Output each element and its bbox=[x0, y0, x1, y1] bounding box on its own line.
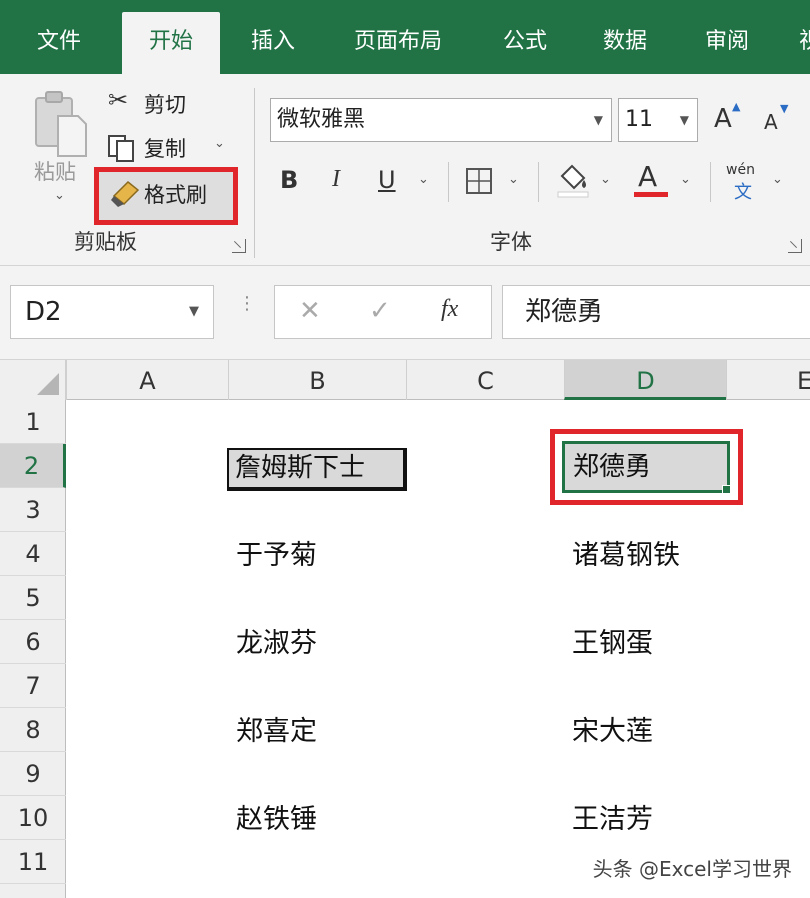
tab-data[interactable]: 数据 bbox=[584, 0, 666, 74]
column-header-d[interactable]: D bbox=[564, 360, 726, 400]
row-header-5[interactable]: 5 bbox=[0, 576, 66, 620]
increase-font-size-glyph: A bbox=[714, 104, 732, 134]
paintbrush-icon bbox=[111, 180, 140, 207]
format-painter-button[interactable]: 格式刷 bbox=[106, 176, 230, 210]
font-size-value: 11 bbox=[625, 107, 653, 132]
font-name-combo[interactable]: 微软雅黑 ▼ bbox=[270, 98, 612, 142]
tab-view[interactable]: 视 bbox=[790, 0, 810, 74]
phonetic-guide-button[interactable]: wén 文 bbox=[726, 162, 766, 203]
underline-dropdown-chevron-icon[interactable]: ⌄ bbox=[418, 172, 429, 187]
row-header-8[interactable]: 8 bbox=[0, 708, 66, 752]
cell-d4[interactable]: 诸葛钢铁 bbox=[564, 534, 680, 578]
font-color-swatch bbox=[634, 192, 668, 197]
cell-d8[interactable]: 宋大莲 bbox=[564, 710, 653, 754]
name-box-dropdown-icon[interactable]: ▼ bbox=[189, 286, 199, 338]
font-name-value: 微软雅黑 bbox=[277, 107, 366, 132]
fill-color-bucket-icon[interactable] bbox=[556, 160, 590, 198]
column-header-b[interactable]: B bbox=[228, 360, 406, 400]
tab-page-layout[interactable]: 页面布局 bbox=[336, 0, 460, 74]
formula-bar-grip-icon[interactable]: ⋮ bbox=[238, 295, 256, 313]
font-dialog-launcher-icon[interactable] bbox=[788, 239, 802, 253]
paste-dropdown-chevron-icon[interactable]: ⌄ bbox=[54, 188, 65, 203]
column-header-a[interactable]: A bbox=[66, 360, 228, 400]
insert-function-button[interactable]: fx bbox=[441, 296, 458, 323]
font-color-glyph: A bbox=[638, 160, 658, 193]
font-name-dropdown-icon[interactable]: ▼ bbox=[594, 99, 603, 141]
formula-input[interactable]: 郑德勇 bbox=[502, 285, 810, 339]
worksheet-grid[interactable]: A B C D E 1 2 3 4 5 6 7 8 9 10 11 詹姆斯下士 … bbox=[0, 360, 810, 898]
name-box-value: D2 bbox=[25, 297, 62, 327]
fill-handle[interactable] bbox=[722, 485, 731, 494]
underline-button[interactable]: U bbox=[378, 166, 396, 194]
select-all-button[interactable] bbox=[0, 360, 66, 400]
font-color-dropdown-chevron-icon[interactable]: ⌄ bbox=[680, 172, 691, 187]
phonetic-guide-pinyin: wén bbox=[726, 162, 755, 178]
watermark-text: 头条 @Excel学习世界 bbox=[592, 857, 792, 881]
row-header-11[interactable]: 11 bbox=[0, 840, 66, 884]
paste-label: 粘贴 bbox=[34, 160, 76, 184]
tab-file[interactable]: 文件 bbox=[18, 0, 100, 74]
font-separator bbox=[448, 162, 449, 202]
tab-home[interactable]: 开始 bbox=[122, 12, 220, 74]
caret-up-icon: ▲ bbox=[732, 100, 741, 113]
phonetic-dropdown-chevron-icon[interactable]: ⌄ bbox=[772, 172, 783, 187]
copy-label: 复制 bbox=[144, 137, 186, 161]
row-header-6[interactable]: 6 bbox=[0, 620, 66, 664]
copy-button[interactable]: 复制 ⌄ bbox=[106, 130, 230, 164]
row-header-4[interactable]: 4 bbox=[0, 532, 66, 576]
tab-review[interactable]: 审阅 bbox=[686, 0, 768, 74]
clipboard-group-label: 剪贴板 bbox=[74, 230, 137, 254]
cancel-entry-icon[interactable]: ✕ bbox=[299, 296, 321, 326]
row-header-7[interactable]: 7 bbox=[0, 664, 66, 708]
cell-b2[interactable]: 詹姆斯下士 bbox=[227, 448, 407, 491]
group-separator bbox=[254, 88, 255, 258]
italic-button[interactable]: I bbox=[332, 166, 340, 193]
row-header-2[interactable]: 2 bbox=[0, 444, 66, 488]
format-painter-label: 格式刷 bbox=[144, 183, 207, 207]
font-color-button[interactable]: A bbox=[634, 158, 668, 198]
font-group-label: 字体 bbox=[490, 230, 532, 254]
tab-insert[interactable]: 插入 bbox=[232, 0, 314, 74]
clipboard-dialog-launcher-icon[interactable] bbox=[232, 239, 246, 253]
row-header-3[interactable]: 3 bbox=[0, 488, 66, 532]
font-separator-2 bbox=[538, 162, 539, 202]
copy-dropdown-chevron-icon[interactable]: ⌄ bbox=[214, 136, 225, 151]
font-size-combo[interactable]: 11 ▼ bbox=[618, 98, 698, 142]
borders-icon[interactable] bbox=[464, 166, 494, 196]
font-separator-3 bbox=[710, 162, 711, 202]
tab-formulas[interactable]: 公式 bbox=[484, 0, 566, 74]
cell-d10[interactable]: 王洁芳 bbox=[564, 798, 653, 842]
scissors-icon: ✂ bbox=[108, 86, 129, 114]
cell-b8[interactable]: 郑喜定 bbox=[228, 710, 317, 754]
decrease-font-size-button[interactable]: A ▼ bbox=[762, 102, 798, 142]
cut-label: 剪切 bbox=[144, 93, 186, 117]
decrease-font-size-glyph: A bbox=[764, 110, 778, 134]
cell-d2[interactable]: 郑德勇 bbox=[562, 441, 730, 493]
caret-down-icon: ▼ bbox=[780, 102, 789, 115]
cell-d6[interactable]: 王钢蛋 bbox=[564, 622, 653, 666]
confirm-entry-icon[interactable]: ✓ bbox=[369, 296, 391, 326]
cell-b4[interactable]: 于予菊 bbox=[228, 534, 317, 578]
row-header-9[interactable]: 9 bbox=[0, 752, 66, 796]
name-box[interactable]: D2 ▼ bbox=[10, 285, 214, 339]
column-header-c[interactable]: C bbox=[406, 360, 564, 400]
borders-dropdown-chevron-icon[interactable]: ⌄ bbox=[508, 172, 519, 187]
cell-b10[interactable]: 赵铁锤 bbox=[228, 798, 317, 842]
paste-icon bbox=[35, 91, 87, 157]
paste-button[interactable]: 粘贴 ⌄ bbox=[26, 88, 92, 204]
ribbon-tab-bar: 文件 开始 插入 页面布局 公式 数据 审阅 视 bbox=[0, 0, 810, 74]
row-header-10[interactable]: 10 bbox=[0, 796, 66, 840]
increase-font-size-button[interactable]: A ▲ bbox=[712, 100, 748, 138]
font-size-dropdown-icon[interactable]: ▼ bbox=[680, 99, 689, 141]
cell-b6[interactable]: 龙淑芬 bbox=[228, 622, 317, 666]
formula-bar: D2 ▼ ⋮ ✕ ✓ fx 郑德勇 bbox=[0, 266, 810, 360]
formula-buttons: ✕ ✓ fx bbox=[274, 285, 492, 339]
row-header-1[interactable]: 1 bbox=[0, 400, 66, 444]
column-header-e[interactable]: E bbox=[726, 360, 810, 400]
phonetic-guide-character: 文 bbox=[734, 182, 752, 203]
copy-icon bbox=[108, 135, 134, 162]
fill-color-dropdown-chevron-icon[interactable]: ⌄ bbox=[600, 172, 611, 187]
ribbon: 粘贴 ⌄ ✂ 剪切 复制 ⌄ 格式刷 剪贴板 微软雅黑 ▼ 11 ▼ A ▲ A… bbox=[0, 74, 810, 266]
bold-button[interactable]: B bbox=[280, 166, 298, 194]
